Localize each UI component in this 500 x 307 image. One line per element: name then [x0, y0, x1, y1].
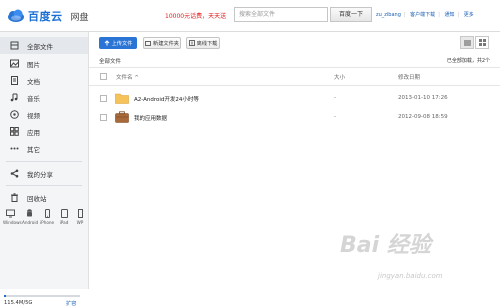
sidebar-item-images[interactable]: 图片: [0, 55, 88, 72]
watermark-logo: Bai 经验: [340, 232, 434, 258]
device-wp[interactable]: WP: [73, 209, 87, 225]
sidebar-item-label: 视频: [27, 111, 40, 120]
brand-name: 百度云: [28, 10, 63, 23]
folder-plus-icon: [145, 41, 152, 46]
grid-view-icon: [478, 39, 486, 46]
promo-link[interactable]: 10000元话费，天天送: [165, 11, 226, 20]
top-bar: 百度云 网盘 10000元话费，天天送 搜索全部文件 百度一下 zu_ziban…: [0, 0, 500, 32]
file-size: -: [334, 114, 336, 120]
sidebar-item-my-share[interactable]: 我的分享: [0, 165, 88, 182]
trash-icon: [10, 193, 19, 202]
column-name-header[interactable]: 文件名 ^: [116, 73, 139, 81]
sort-arrow-icon: ^: [134, 75, 139, 81]
table-header: 文件名 ^ 大小 修改日期: [89, 68, 500, 86]
new-folder-button[interactable]: 新建文件夹: [143, 37, 181, 49]
offline-download-label: 离线下载: [196, 40, 218, 47]
breadcrumb[interactable]: 全部文件: [99, 57, 121, 65]
list-view-icon: [463, 40, 471, 45]
android-icon: [26, 209, 32, 217]
device-windows[interactable]: Windows: [3, 209, 22, 225]
user-nav: zu_zibang | 客户端下载 | 通知 | 更多: [376, 12, 474, 18]
sidebar-item-documents[interactable]: 文档: [0, 72, 88, 89]
more-link[interactable]: 更多: [464, 12, 474, 18]
client-download-link[interactable]: 客户端下载: [410, 12, 435, 18]
image-icon: [10, 59, 19, 68]
table-row[interactable]: A2-Android开发24小时等 - 2013-01-10 17:26: [89, 88, 500, 109]
file-mtime: 2012-09-08 18:59: [398, 114, 448, 120]
expand-storage-link[interactable]: 扩容: [66, 300, 76, 307]
device-ipad[interactable]: iPad: [57, 209, 71, 225]
sidebar-item-apps[interactable]: 应用: [0, 123, 88, 140]
sidebar-item-label: 我的分享: [27, 170, 53, 179]
logo[interactable]: 百度云 网盘: [6, 7, 89, 25]
sidebar-item-label: 全部文件: [27, 42, 53, 51]
select-all-checkbox[interactable]: [100, 73, 107, 80]
apps-icon: [10, 127, 19, 136]
list-view-button[interactable]: [460, 36, 474, 49]
new-folder-label: 新建文件夹: [153, 40, 179, 47]
upload-label: 上传文件: [111, 40, 133, 47]
loaded-count: 已全部加载，共2个: [446, 58, 490, 64]
file-mtime: 2013-01-10 17:26: [398, 95, 448, 101]
sidebar: 全部文件 图片 文档 音乐 视频 应用 其它 我的分享 回收站 Windows: [0, 32, 89, 307]
brand-sub: 网盘: [70, 12, 89, 23]
sidebar-item-label: 其它: [27, 145, 40, 154]
sidebar-item-video[interactable]: 视频: [0, 106, 88, 123]
sidebar-item-label: 应用: [27, 128, 40, 137]
watermark-url: jingyan.baidu.com: [378, 272, 443, 280]
column-mtime-header[interactable]: 修改日期: [398, 73, 420, 81]
quota-fill: [4, 295, 6, 297]
sidebar-item-music[interactable]: 音乐: [0, 89, 88, 106]
sidebar-item-label: 音乐: [27, 94, 40, 103]
toolbar: 上传文件 新建文件夹 离线下载: [89, 32, 500, 54]
file-name[interactable]: A2-Android开发24小时等: [134, 95, 199, 103]
windows-phone-icon: [77, 209, 83, 218]
offline-download-button[interactable]: 离线下载: [186, 37, 220, 49]
video-icon: [10, 110, 19, 119]
divider: [6, 185, 82, 186]
sidebar-item-label: 文档: [27, 77, 40, 86]
divider: [6, 161, 82, 162]
column-size-header[interactable]: 大小: [334, 73, 345, 81]
cloud-logo-icon: [8, 9, 24, 22]
row-checkbox[interactable]: [100, 95, 107, 102]
device-iphone[interactable]: iPhone: [40, 209, 54, 225]
phone-icon: [44, 209, 50, 218]
device-links: Windows Android iPhone iPad WP: [0, 209, 88, 239]
file-size: -: [334, 95, 336, 101]
more-icon: [10, 144, 19, 153]
files-icon: [10, 41, 19, 50]
breadcrumb-bar: 全部文件 已全部加载，共2个: [89, 54, 500, 68]
document-icon: [10, 76, 19, 85]
quota-text: 115.4M/5G: [4, 300, 33, 306]
sidebar-item-all-files[interactable]: 全部文件: [0, 37, 88, 54]
folder-icon: [115, 93, 129, 104]
sidebar-item-label: 回收站: [27, 194, 47, 203]
music-icon: [10, 93, 19, 102]
row-checkbox[interactable]: [100, 114, 107, 121]
download-icon: [188, 40, 195, 46]
device-android[interactable]: Android: [22, 209, 38, 225]
sidebar-item-recycle-bin[interactable]: 回收站: [0, 189, 88, 206]
search-button[interactable]: 百度一下: [330, 7, 372, 22]
share-icon: [10, 169, 19, 178]
search-input[interactable]: 搜索全部文件: [234, 7, 328, 22]
monitor-icon: [5, 209, 15, 218]
file-name[interactable]: 我的应用数据: [134, 114, 167, 122]
upload-button[interactable]: 上传文件: [99, 37, 137, 49]
notifications-link[interactable]: 通知: [444, 12, 454, 18]
table-row[interactable]: 我的应用数据 - 2012-09-08 18:59: [89, 107, 500, 128]
sidebar-item-label: 图片: [27, 60, 40, 69]
upload-icon: [104, 40, 109, 46]
app-folder-icon: [115, 111, 129, 123]
sidebar-item-other[interactable]: 其它: [0, 140, 88, 157]
tablet-icon: [60, 209, 68, 218]
grid-view-button[interactable]: [475, 36, 489, 49]
quota-bar: [4, 295, 80, 297]
username-link[interactable]: zu_zibang: [376, 12, 401, 18]
